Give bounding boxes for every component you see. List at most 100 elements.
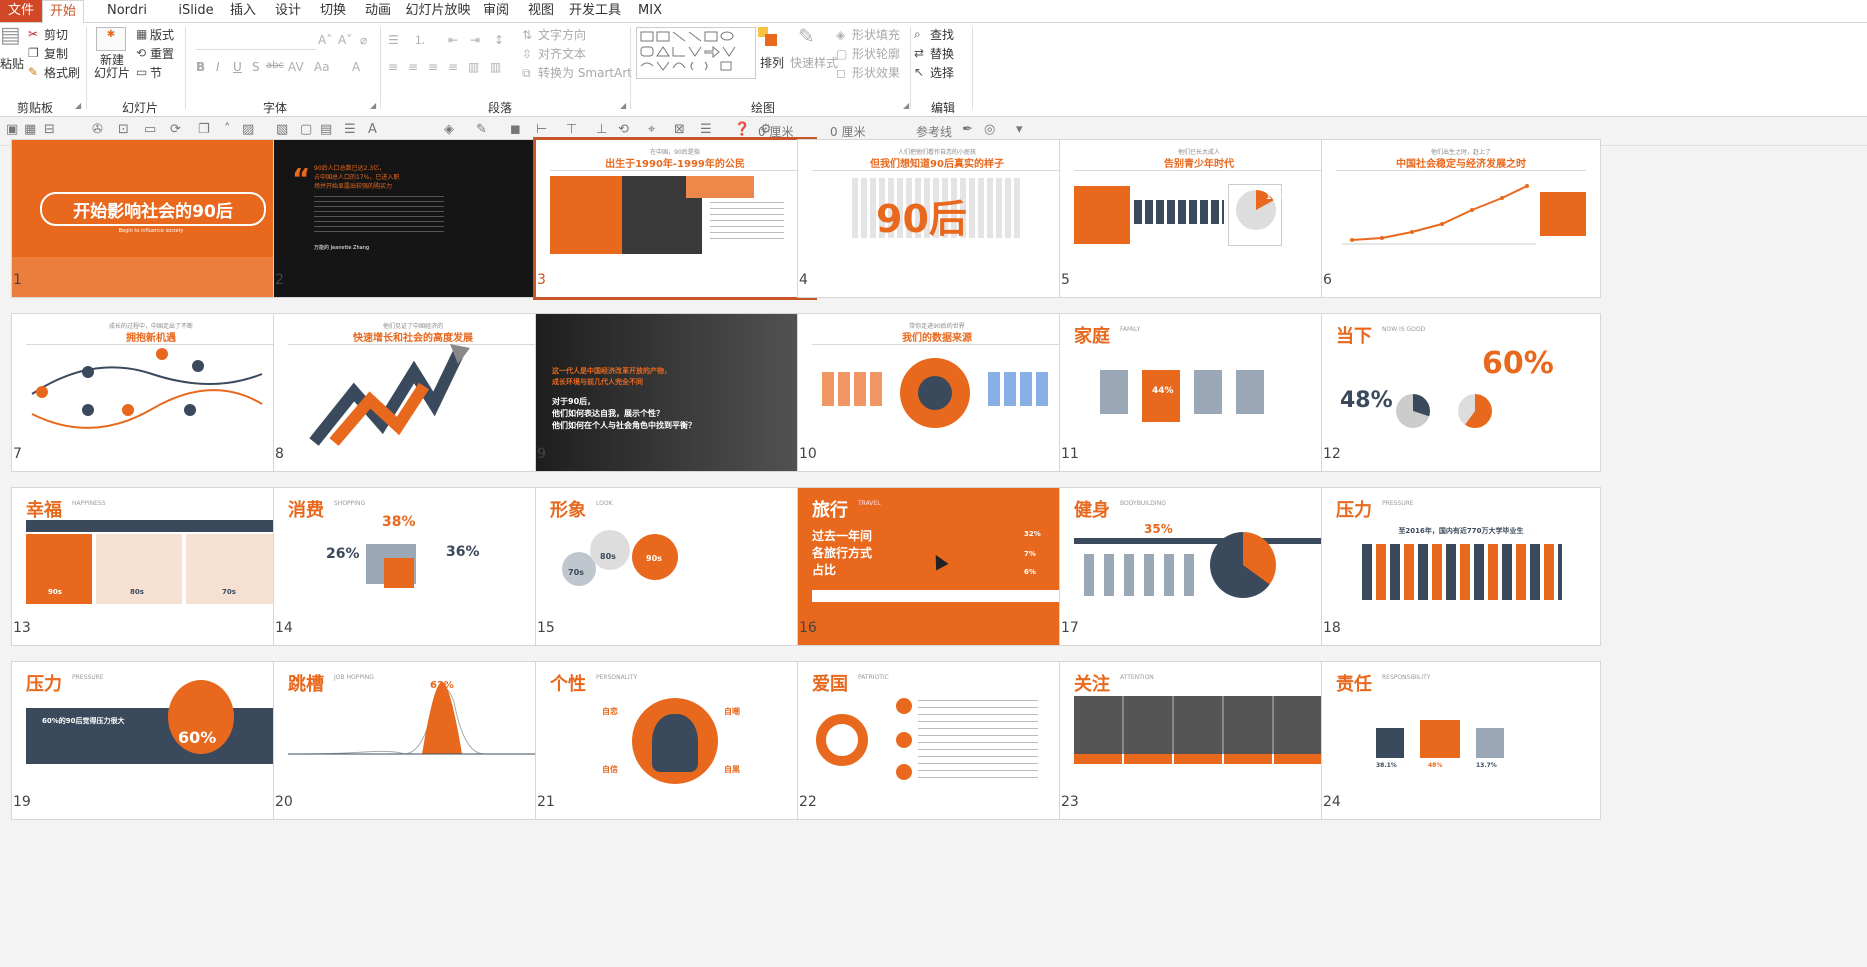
cut-button[interactable]: 剪切 [44,26,68,43]
slide-thumbnail[interactable]: 幸福 HAPPINESS 90s 80s 70s [12,488,290,645]
tab-slideshow[interactable]: 幻灯片放映 [403,0,473,22]
distribute-icon[interactable]: ▭ [144,122,156,137]
find-button[interactable]: 查找 [930,26,954,43]
slide-thumbnail[interactable]: 他们见证了中国经济的 快速增长和社会的高度发展 [274,314,552,471]
slide-thumbnail[interactable]: 压力 PRESSURE 60%的90后觉得压力很大 60% [12,662,290,819]
slide-thumbnail[interactable]: 他们已长大成人 告别青少年时代 17% [1060,140,1338,297]
select-pane-icon[interactable]: ▣ [6,122,18,137]
font-grow-icon[interactable]: A˄ [318,33,332,47]
font-launcher-icon[interactable]: ◢ [370,101,376,110]
convert-smartart-button[interactable]: 转换为 SmartArt [538,64,632,81]
italic-button[interactable]: I [216,60,220,74]
format-painter-button[interactable]: 格式刷 [44,64,80,81]
more-icon[interactable]: ▾ [1016,122,1023,137]
slide-thumbnail[interactable]: 爱国 PATRIOTIC [798,662,1076,819]
slide-thumbnail[interactable]: 压力 PRESSURE 至2016年，国内有近770万大学毕业生 [1322,488,1600,645]
font-color-icon[interactable]: A [352,60,360,74]
group-icon[interactable]: ▦ [24,122,36,137]
slide-thumbnail[interactable]: 成长的过程中，中国走出了不断 拥抱新机遇 [12,314,290,471]
shapes-gallery[interactable] [636,27,756,79]
slide-thumbnail-selected[interactable]: 在中国，90后是指 出生于1990年-1999年的公民 [536,140,814,297]
fill-icon[interactable]: ◈ [444,122,454,137]
tab-mix[interactable]: MIX [631,0,669,22]
slide-thumbnail[interactable]: 关注 ATTENTION [1060,662,1338,819]
slide-thumbnail[interactable]: 开始影响社会的90后 Begin to influence society [12,140,290,297]
section-button[interactable]: 节 [150,64,162,81]
shape-fill-button[interactable]: 形状填充 [852,26,900,43]
line-style-icon[interactable]: ☰ [700,122,712,137]
shape-outline-button[interactable]: 形状轮廓 [852,45,900,62]
change-case-icon[interactable]: Aa [314,60,330,74]
paragraph-launcher-icon[interactable]: ◢ [620,101,626,110]
char-spacing-icon[interactable]: AV [288,60,304,74]
text-color-icon[interactable]: A [368,122,377,137]
reset-button[interactable]: 重置 [150,45,174,62]
align-center-icon[interactable]: ≡ [408,60,418,74]
format-icon[interactable]: ✇ [92,122,103,137]
lines-icon[interactable]: ☰ [344,122,356,137]
select-button[interactable]: 选择 [930,64,954,81]
effects-icon[interactable]: ◎ [984,122,995,137]
justify-icon[interactable]: ≡ [448,60,458,74]
eyedropper-icon[interactable]: ✒ [962,122,973,137]
slide-thumbnail[interactable]: 跳槽 JOB HOPPING 62% [274,662,552,819]
copy-button[interactable]: 复制 [44,45,68,62]
help-icon[interactable]: ❓ [734,122,750,137]
tab-islide[interactable]: iSlide [174,0,218,22]
guides-button[interactable]: 参考线 [916,123,952,140]
slide-thumbnail[interactable]: 责任 RESPONSIBILITY 38.1% 48% 13.7% [1322,662,1600,819]
slide-thumbnail[interactable]: 带你走进90后的世界 我们的数据来源 [798,314,1076,471]
increase-indent-icon[interactable]: ⇥ [470,33,480,47]
picture-icon[interactable]: ▧ [276,122,288,137]
bullets-icon[interactable]: ☰ [388,33,399,47]
tab-insert[interactable]: 插入 [226,0,260,22]
bold-button[interactable]: B [196,60,205,74]
rotate-q-icon[interactable]: ⟲ [618,122,629,137]
slide-thumbnail[interactable]: 消费 SHOPPING 38% 26% 36% [274,488,552,645]
tab-nordri-tools[interactable]: Nordri Tools [91,0,163,40]
distribute-icon[interactable]: ▥ [468,60,479,74]
slide-thumbnail[interactable]: 当下 NOW IS GOOD 60% 48% [1322,314,1600,471]
strikethrough-button[interactable]: abc [266,60,284,71]
tab-developer[interactable]: 开发工具 [567,0,623,22]
align-text-button[interactable]: 对齐文本 [538,45,586,62]
anchor-icon[interactable]: ⌖ [648,122,655,137]
align-left-icon[interactable]: ≡ [388,60,398,74]
image-icon[interactable]: ▨ [242,122,254,137]
paste-icon[interactable]: ▤ [0,25,21,47]
font-name-dropdown[interactable] [196,33,316,50]
pen-icon[interactable]: ✎ [476,122,487,137]
slide-thumbnail[interactable]: 这一代人是中国经济改革开放的产物， 成长环境与前几代人完全不同 对于90后， 他… [536,314,814,471]
align-right-icon[interactable]: ≡ [428,60,438,74]
new-slide-button[interactable]: 新建 幻灯片 [92,54,132,80]
tab-review[interactable]: 审阅 [479,0,513,22]
tab-home[interactable]: 开始 [42,0,84,24]
slide-thumbnail[interactable]: 家庭 FAMILY 44% [1060,314,1338,471]
crop-icon[interactable]: ⊡ [118,122,129,137]
line-spacing-icon[interactable]: ↕ [494,33,504,47]
rotate-icon[interactable]: ⟳ [170,122,181,137]
slide-thumbnail[interactable]: 他们出生之时，赶上了 中国社会稳定与经济发展之时 [1322,140,1600,297]
drawing-launcher-icon[interactable]: ◢ [903,101,909,110]
up-icon[interactable]: ˄ [224,122,231,137]
slide-thumbnail[interactable]: 个性 PERSONALITY 自恋 自嘲 自信 自黑 [536,662,814,819]
textbox-icon[interactable]: ▤ [320,122,332,137]
replace-button[interactable]: 替换 [930,45,954,62]
text-direction-button[interactable]: 文字方向 [538,26,586,43]
clipboard-launcher-icon[interactable]: ◢ [75,101,81,110]
quick-styles-button[interactable]: 快速样式 [790,54,838,71]
font-shrink-icon[interactable]: A˅ [338,33,352,47]
columns-icon[interactable]: ▥ [490,60,501,74]
layers-icon[interactable]: ❐ [198,122,210,137]
slide-thumbnail[interactable]: “ 90后人口总数已达2.3亿， 占中国总人口的17%，已进入职 场并开始显露出… [274,140,552,297]
shape-width-field[interactable]: 0 厘米 [758,123,793,140]
numbering-icon[interactable]: ⒈ [414,33,426,47]
decrease-indent-icon[interactable]: ⇤ [448,33,458,47]
tab-design[interactable]: 设计 [271,0,305,22]
shape-icon[interactable]: ◼ [510,122,521,137]
align-left-q-icon[interactable]: ⊢ [536,122,547,137]
paste-button[interactable]: 粘贴 [0,55,24,72]
frame-icon[interactable]: ▢ [300,122,312,137]
shape-height-field[interactable]: 0 厘米 [830,123,865,140]
shape-effects-button[interactable]: 形状效果 [852,64,900,81]
